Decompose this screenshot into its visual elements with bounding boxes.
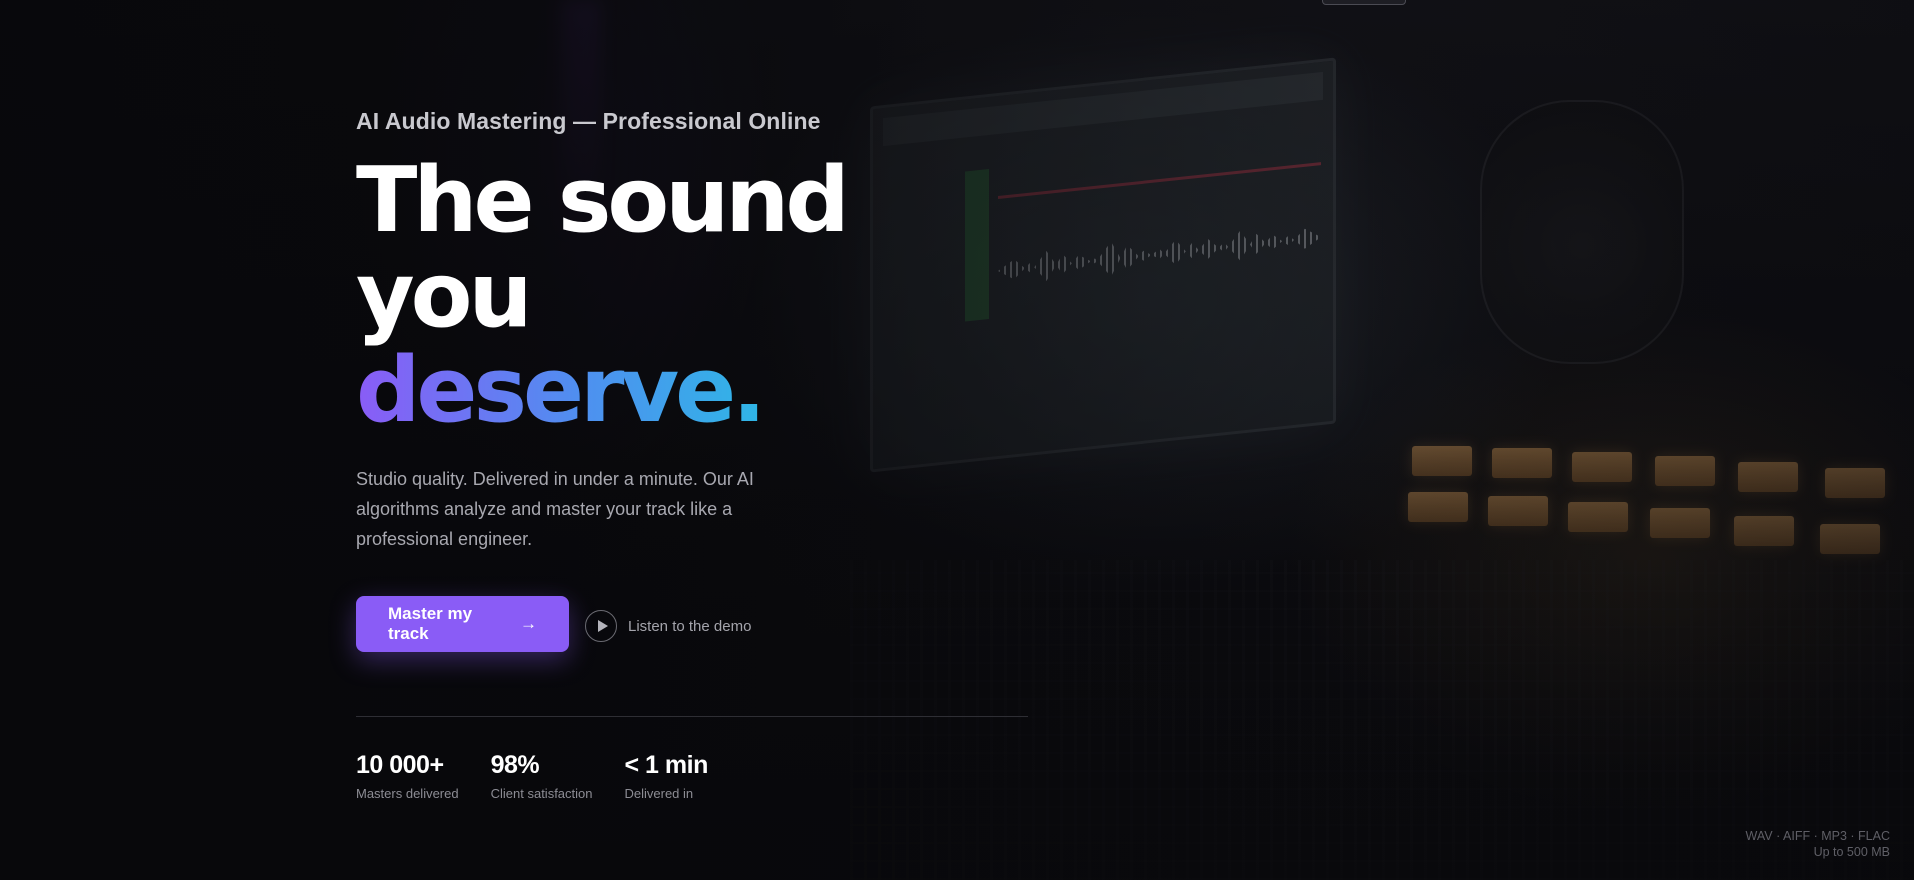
supported-formats-note: WAV · AIFF · MP3 · FLAC Up to 500 MB [1746, 828, 1890, 860]
stat-label: Client satisfaction [490, 786, 593, 801]
master-button-label: Master my track [388, 604, 473, 643]
cta-row: Master my track → Listen to the demo [356, 596, 1056, 652]
master-my-track-button[interactable]: Master my track → [356, 596, 569, 652]
headline-line-2: you [356, 243, 533, 348]
stat-delivery: < 1 min Delivered in [624, 751, 709, 801]
arrow-right-icon: → [520, 614, 537, 633]
hero-subtitle: Studio quality. Delivered in under a min… [356, 469, 754, 549]
play-icon[interactable] [585, 610, 617, 642]
max-file-size: Up to 500 MB [1813, 845, 1890, 859]
listen-demo-link[interactable]: Listen to the demo [585, 610, 751, 642]
formats-list: WAV · AIFF · MP3 · FLAC [1745, 829, 1890, 843]
top-edge-tab [1322, 0, 1406, 5]
stats-row: 10 000+ Masters delivered 98% Client sat… [356, 751, 1056, 801]
demo-label: Listen to the demo [628, 617, 752, 635]
headline-accent: deserve. [356, 338, 766, 443]
hero-headline: The sound you deserve. [356, 153, 1056, 438]
headline-line-1: The sound [356, 148, 850, 253]
stat-value: 10 000+ [356, 751, 444, 779]
stat-value: < 1 min [624, 751, 709, 779]
hero-eyebrow: AI Audio Mastering — Professional Online [356, 108, 821, 134]
stat-label: Masters delivered [356, 786, 459, 801]
hero-section: AI Audio Mastering — Professional Online… [356, 108, 1056, 801]
stat-label: Delivered in [624, 786, 694, 801]
play-triangle [597, 620, 608, 632]
stat-masters: 10 000+ Masters delivered [356, 751, 459, 801]
stat-satisfaction: 98% Client satisfaction [491, 751, 593, 801]
stats-divider [356, 716, 1028, 717]
stat-value: 98% [490, 751, 540, 779]
